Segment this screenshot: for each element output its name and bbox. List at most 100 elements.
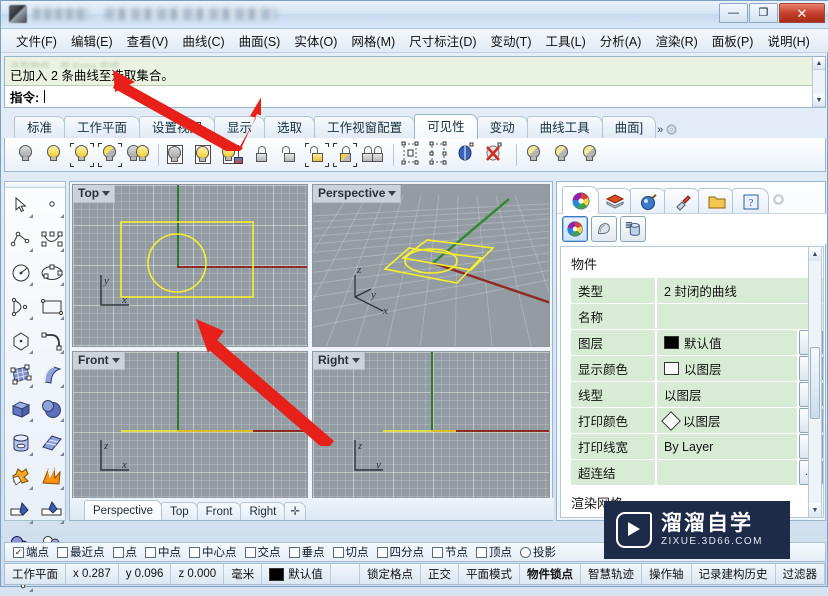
properties-scrollbar[interactable]: ▲ ▼ (808, 246, 822, 518)
viewport-title-front[interactable]: Front (73, 352, 125, 370)
unghost-objects-icon[interactable] (550, 141, 576, 169)
checkbox-icon[interactable] (189, 546, 200, 558)
status-cplane[interactable]: 工作平面 (5, 564, 66, 584)
status-toggle-planar[interactable]: 平面模式 (459, 564, 520, 584)
sphere-icon[interactable] (36, 392, 67, 426)
tab-select[interactable]: 选取 (264, 116, 316, 139)
display-tab[interactable] (664, 188, 701, 214)
material-properties-icon[interactable] (591, 216, 617, 242)
maximize-button[interactable]: ❐ (749, 3, 778, 23)
swap-locked-unlocked-icon[interactable] (360, 141, 386, 169)
properties-tab[interactable] (562, 186, 599, 214)
property-row-hyperlink[interactable]: 超连结 ... (571, 460, 823, 485)
render-tab[interactable] (630, 188, 667, 214)
menu-help[interactable]: 说明(H) (760, 28, 816, 53)
property-row-print-color[interactable]: 打印颜色 以图层 ▼ (571, 408, 823, 433)
rectangle-icon[interactable] (36, 290, 67, 324)
menu-edit[interactable]: 编辑(E) (64, 28, 120, 53)
viewport-menu-chevron-down-icon[interactable] (351, 357, 360, 363)
unlock-objects-icon[interactable] (276, 141, 302, 169)
osnap-perp[interactable]: 垂点 (285, 544, 329, 560)
hide-in-detail-icon[interactable] (164, 141, 190, 169)
viewport-perspective[interactable]: z y x Perspective (312, 184, 550, 347)
viewport-tab-right[interactable]: Right (240, 502, 286, 520)
unlock-selected-icon[interactable] (304, 141, 330, 169)
ellipse-icon[interactable] (36, 256, 67, 290)
checkbox-icon[interactable] (288, 546, 300, 558)
viewport-menu-chevron-down-icon[interactable] (102, 190, 111, 196)
command-prompt-row[interactable]: 指令: (5, 86, 813, 107)
checkbox-icon[interactable] (244, 546, 256, 558)
viewport-tab-perspective[interactable]: Perspective (84, 500, 163, 520)
tab-cplane[interactable]: 工作平面 (64, 116, 141, 139)
menu-render[interactable]: 渲染(R) (648, 28, 704, 53)
osnap-tangent[interactable]: 切点 (329, 544, 373, 560)
menu-transform[interactable]: 变动(T) (484, 28, 539, 53)
polygon-icon[interactable] (5, 324, 36, 358)
viewport-title-top[interactable]: Top (73, 185, 116, 203)
ghost-objects-icon[interactable] (522, 141, 548, 169)
checkbox-icon[interactable] (332, 546, 344, 558)
menu-surface[interactable]: 曲面(S) (232, 28, 288, 53)
show-selected-detail-icon[interactable] (220, 141, 246, 169)
show-objects-icon[interactable] (41, 141, 67, 169)
select-arrow-icon[interactable] (5, 188, 36, 222)
osnap-midpoint[interactable]: 中点 (141, 544, 185, 560)
osnap-project[interactable]: 投影 (516, 544, 560, 560)
command-scrollbar[interactable]: ▲ ▼ (812, 57, 825, 107)
menu-panels[interactable]: 面板(P) (705, 28, 761, 53)
menu-tools[interactable]: 工具(L) (538, 28, 592, 53)
property-row-print-width[interactable]: 打印线宽 By Layer ▼ (571, 434, 823, 459)
osnap-point[interactable]: 点 (109, 544, 142, 560)
tab-transform[interactable]: 变动 (476, 116, 528, 139)
status-toggle-grid-snap[interactable]: 锁定格点 (360, 564, 421, 584)
curve-fillet-icon[interactable] (36, 324, 67, 358)
help-tab[interactable]: ? (732, 188, 769, 214)
viewport-title-perspective[interactable]: Perspective (313, 185, 402, 203)
osnap-knot[interactable]: 节点 (428, 544, 472, 560)
name-field[interactable] (657, 304, 823, 329)
osnap-center[interactable]: 中心点 (185, 544, 241, 560)
split-icon[interactable] (36, 494, 67, 528)
status-toggle-filter[interactable]: 过滤器 (776, 564, 825, 584)
polyline-icon[interactable] (5, 222, 36, 256)
invert-hidden-icon[interactable] (97, 141, 123, 169)
menu-curve[interactable]: 曲线(C) (175, 28, 231, 53)
hide-control-points-icon[interactable] (399, 141, 425, 169)
box-icon[interactable] (5, 392, 36, 426)
properties-scroll-up-icon[interactable]: ▲ (809, 247, 821, 261)
viewport-tab-top[interactable]: Top (161, 502, 198, 520)
status-toggle-ortho[interactable]: 正交 (421, 564, 459, 584)
status-toggle-osnap[interactable]: 物件锁点 (520, 564, 581, 584)
viewport-menu-chevron-down-icon[interactable] (111, 357, 120, 363)
layers-tab[interactable] (596, 188, 633, 214)
checkbox-icon[interactable] (112, 546, 124, 558)
checkbox-icon[interactable] (476, 546, 487, 558)
menu-solid[interactable]: 实体(O) (287, 28, 344, 53)
boolean-union-icon[interactable] (5, 460, 36, 494)
toolbar-tab-overflow[interactable]: » (657, 123, 678, 139)
viewport-title-right[interactable]: Right (313, 352, 365, 370)
checkbox-icon[interactable] (57, 546, 68, 558)
planar-surface-icon[interactable] (36, 426, 67, 460)
control-point-curve-icon[interactable] (36, 222, 67, 256)
menu-analyze[interactable]: 分析(A) (593, 28, 649, 53)
menu-dimension[interactable]: 尺寸标注(D) (402, 28, 483, 53)
property-row-layer[interactable]: 图层 默认值 ▼ (571, 330, 823, 355)
status-units[interactable]: 毫米 (224, 564, 263, 584)
viewport-top[interactable]: yx Top (72, 184, 308, 347)
cylinder-icon[interactable] (5, 426, 36, 460)
property-row-name[interactable]: 名称 (571, 304, 823, 329)
trim-icon[interactable] (5, 494, 36, 528)
osnap-quadrant[interactable]: 四分点 (373, 544, 429, 560)
show-control-points-icon[interactable] (427, 141, 453, 169)
checkbox-icon[interactable] (145, 546, 156, 558)
point-icon[interactable] (36, 188, 67, 222)
minimize-button[interactable]: — (719, 3, 748, 23)
tab-surface-tools[interactable]: 曲面] (601, 116, 657, 139)
explode-icon[interactable] (36, 460, 67, 494)
status-layer[interactable]: 默认值 (262, 564, 331, 584)
property-row-linetype[interactable]: 线型 以图层 ▼ (571, 382, 823, 407)
surface-from-points-icon[interactable] (5, 358, 36, 392)
show-edges-icon[interactable] (455, 141, 481, 169)
